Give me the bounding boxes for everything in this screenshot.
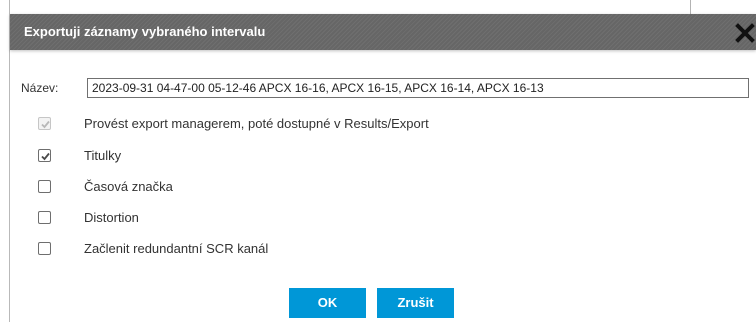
background-window-strip bbox=[10, 0, 756, 14]
subtitles-checkbox[interactable] bbox=[38, 149, 51, 162]
ok-button[interactable]: OK bbox=[289, 288, 366, 318]
name-input[interactable] bbox=[87, 78, 749, 98]
redundant-scr-label: Začlenit redundantní SCR kanál bbox=[84, 241, 269, 256]
subtitles-label: Titulky bbox=[84, 148, 122, 163]
timestamp-label: Časová značka bbox=[84, 179, 173, 194]
dialog-title: Exportuji záznamy vybraného intervalu bbox=[24, 24, 266, 39]
export-manager-checkbox bbox=[38, 117, 51, 130]
export-dialog: Exportuji záznamy vybraného intervalu Ná… bbox=[10, 14, 756, 322]
redundant-scr-checkbox[interactable] bbox=[38, 242, 51, 255]
dialog-titlebar[interactable]: Exportuji záznamy vybraného intervalu bbox=[10, 14, 756, 50]
export-manager-label: Provést export managerem, poté dostupné … bbox=[84, 116, 429, 131]
page: Exportuji záznamy vybraného intervalu Ná… bbox=[0, 0, 756, 322]
background-divider bbox=[690, 0, 691, 14]
close-icon[interactable] bbox=[734, 22, 756, 44]
cancel-button[interactable]: Zrušit bbox=[377, 288, 454, 318]
timestamp-checkbox[interactable] bbox=[38, 180, 51, 193]
name-label: Název: bbox=[21, 81, 59, 95]
distortion-label: Distortion bbox=[84, 210, 139, 225]
distortion-checkbox[interactable] bbox=[38, 211, 51, 224]
